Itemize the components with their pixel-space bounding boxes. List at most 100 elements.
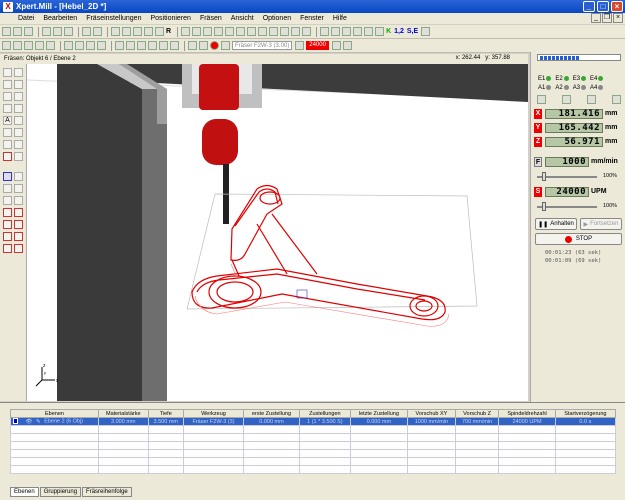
toolbar-12-label[interactable]: 1,2 <box>394 28 404 35</box>
jog-left-icon[interactable] <box>2 41 11 50</box>
menu-optionen[interactable]: Optionen <box>263 15 291 22</box>
menu-datei[interactable]: Datei <box>18 15 34 22</box>
tool-length-icon[interactable] <box>137 41 146 50</box>
ellipse-icon[interactable] <box>3 104 12 113</box>
col-tiefe[interactable]: Tiefe <box>147 409 185 418</box>
speed-up-icon[interactable] <box>331 41 341 50</box>
cell-startverzoegerung[interactable]: 0.0 s <box>554 417 617 426</box>
pencil-icon[interactable] <box>421 27 431 36</box>
light-icon[interactable] <box>170 41 179 50</box>
print-icon[interactable] <box>122 27 131 36</box>
pocket-icon[interactable] <box>3 172 12 181</box>
grid-icon[interactable] <box>320 27 330 36</box>
feed-override-slider[interactable] <box>537 176 597 178</box>
mdi-close-button[interactable]: × <box>613 13 623 23</box>
pencil-draw-icon[interactable] <box>3 152 12 161</box>
jog-up-icon[interactable] <box>24 41 33 50</box>
home-icon[interactable] <box>46 41 55 50</box>
minimize-button[interactable]: _ <box>583 1 595 12</box>
arc-icon[interactable] <box>14 104 23 113</box>
layer-name-cell[interactable]: 👁 ✎ Ebene 2 (6 Obj) <box>10 417 99 426</box>
switch-a2[interactable]: A2 <box>555 85 569 91</box>
tab-icon[interactable] <box>14 232 23 241</box>
snap-icon[interactable] <box>331 27 341 36</box>
zoom-fit-icon[interactable] <box>181 27 191 36</box>
align-left-icon[interactable] <box>3 196 12 205</box>
jog-right-icon[interactable] <box>13 41 22 50</box>
node-edit-icon[interactable] <box>14 152 23 161</box>
cell-vorschub-xy[interactable]: 1000 mm/min <box>406 417 456 426</box>
measure-z-icon[interactable] <box>126 41 135 50</box>
menu-fenster[interactable]: Fenster <box>300 15 324 22</box>
funnel-icon[interactable] <box>144 27 153 36</box>
toolbar-r-label[interactable]: R <box>166 28 171 35</box>
speed-down-icon[interactable] <box>342 41 352 50</box>
mirror-icon[interactable] <box>3 128 12 137</box>
offset-icon[interactable] <box>14 140 23 149</box>
rotate-icon[interactable] <box>280 27 290 36</box>
view-top-icon[interactable] <box>236 27 246 36</box>
col-vorschub-xy[interactable]: Vorschub XY <box>406 409 456 418</box>
cell-letzte-zustellung[interactable]: 0.000 mm <box>349 417 408 426</box>
open-file-icon[interactable] <box>13 27 22 36</box>
paste-icon[interactable] <box>64 27 73 36</box>
start-point-icon[interactable] <box>3 244 12 253</box>
select-arrow-icon[interactable] <box>3 68 12 77</box>
redo-icon[interactable] <box>93 27 102 36</box>
cut-icon[interactable] <box>42 27 51 36</box>
mdi-minimize-button[interactable]: _ <box>591 13 601 23</box>
view-iso-icon[interactable] <box>269 27 279 36</box>
switch-a3[interactable]: A3 <box>573 85 587 91</box>
direction-icon[interactable] <box>14 244 23 253</box>
start-icon[interactable] <box>188 41 197 50</box>
col-materialstaerke[interactable]: Materialstärke <box>98 409 149 418</box>
col-letzte-zustellung[interactable]: letzte Zustellung <box>349 409 408 418</box>
new-file-icon[interactable] <box>2 27 11 36</box>
save-icon[interactable] <box>24 27 33 36</box>
close-button[interactable]: × <box>611 1 623 12</box>
copy-icon[interactable] <box>53 27 62 36</box>
tab-gruppierung[interactable]: Gruppierung <box>39 487 82 497</box>
cell-materialstaerke[interactable]: 3.000 mm <box>98 417 149 426</box>
rectangle-icon[interactable] <box>3 92 12 101</box>
move-icon[interactable] <box>353 27 363 36</box>
tab-ebenen[interactable]: Ebenen <box>10 487 39 497</box>
text-icon[interactable]: A <box>3 116 12 125</box>
menu-bearbeiten[interactable]: Bearbeiten <box>43 15 77 22</box>
col-startverzoegerung[interactable]: Startverzögerung <box>554 409 617 418</box>
cell-erste-zustellung[interactable]: 0.000 mm <box>243 417 300 426</box>
toolbar-k-icon[interactable]: K <box>386 28 391 35</box>
contour-icon[interactable] <box>14 172 23 181</box>
col-zustellungen[interactable]: Zustellungen <box>298 409 351 418</box>
menu-fraesen[interactable]: Fräsen <box>200 15 222 22</box>
origin-icon[interactable] <box>342 27 352 36</box>
switch-a1[interactable]: A1 <box>538 85 552 91</box>
menu-ansicht[interactable]: Ansicht <box>231 15 254 22</box>
render-icon[interactable] <box>302 27 312 36</box>
jog-home-z-icon[interactable] <box>562 95 571 104</box>
pause-icon[interactable] <box>199 41 208 50</box>
rotate-object-icon[interactable] <box>14 128 23 137</box>
view-front-icon[interactable] <box>247 27 257 36</box>
spindle-override-slider[interactable] <box>537 206 597 208</box>
toolbar-se-label[interactable]: S,E <box>407 28 418 35</box>
tool-change-icon[interactable] <box>221 41 230 50</box>
tab-fraesreihenfolge[interactable]: Fräsreihenfolge <box>82 487 132 497</box>
view-3d-icon[interactable] <box>225 27 235 36</box>
eye-icon[interactable] <box>291 27 301 36</box>
cell-spindeldrehzahl[interactable]: 24000 UPM <box>498 417 556 426</box>
stop-button[interactable]: STOP <box>535 233 622 245</box>
lead-in-icon[interactable] <box>3 220 12 229</box>
import-icon[interactable] <box>133 27 142 36</box>
line-icon[interactable] <box>3 80 12 89</box>
spindle-slider-thumb[interactable] <box>542 202 546 211</box>
menu-hilfe[interactable]: Hilfe <box>333 15 347 22</box>
mdi-restore-button[interactable]: ❐ <box>602 13 612 23</box>
switch-a4[interactable]: A4 <box>590 85 604 91</box>
park-icon[interactable] <box>97 41 106 50</box>
export-icon[interactable] <box>155 27 164 36</box>
lock-icon[interactable]: ✎ <box>36 419 41 425</box>
print-preview-icon[interactable] <box>111 27 120 36</box>
cell-tiefe[interactable]: 3.500 mm <box>147 417 185 426</box>
scale-icon[interactable] <box>3 140 12 149</box>
